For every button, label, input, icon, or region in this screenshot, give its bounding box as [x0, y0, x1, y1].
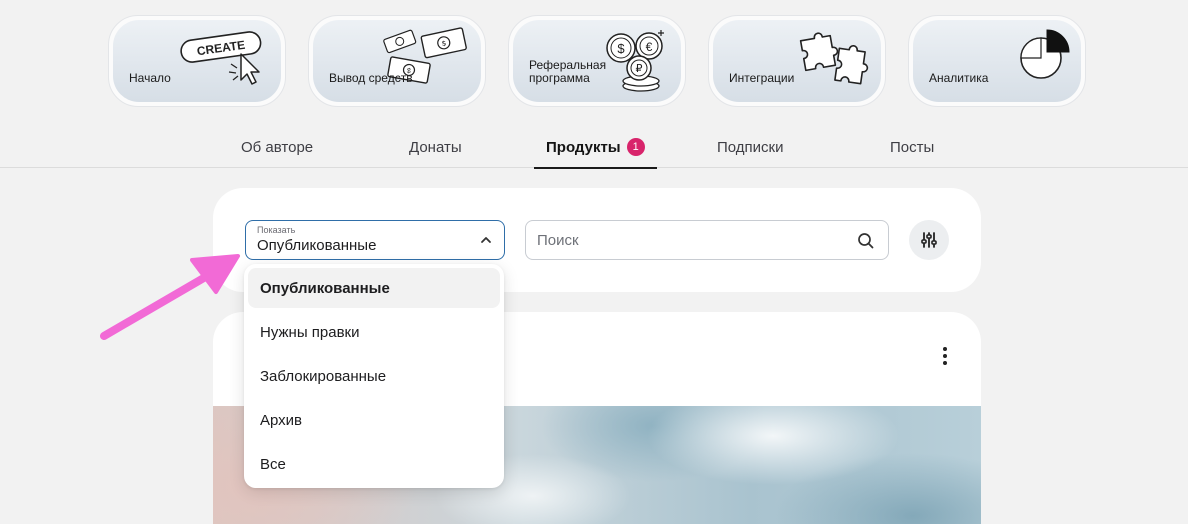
status-option-needs-edits[interactable]: Нужны правки	[248, 312, 500, 352]
tab-label: Подписки	[717, 138, 784, 156]
more-options-icon[interactable]	[941, 346, 949, 366]
search-field	[525, 220, 889, 260]
tab-posts[interactable]: Посты	[890, 128, 934, 168]
profile-tabs: Об авторе Донаты Продукты 1 Подписки Пос…	[0, 128, 1188, 169]
svg-text:$: $	[617, 41, 625, 56]
card-withdraw[interactable]: $ $ Вывод средств	[308, 15, 486, 107]
tab-label: Продукты	[546, 138, 621, 156]
card-label: Реферальная программа	[529, 58, 607, 85]
status-select-caption: Показать	[257, 225, 296, 235]
card-label: Аналитика	[929, 71, 989, 85]
page: CREATE Начало $ $ Вывод средств $ € ₽ Ре…	[0, 0, 1188, 524]
tab-subscriptions[interactable]: Подписки	[717, 128, 784, 168]
quick-actions: CREATE Начало $ $ Вывод средств $ € ₽ Ре…	[108, 15, 1086, 107]
tab-about[interactable]: Об авторе	[241, 128, 313, 168]
status-option-published[interactable]: Опубликованные	[248, 268, 500, 308]
coins-icon: $ € ₽	[606, 30, 664, 92]
sliders-icon	[921, 232, 937, 248]
search-icon[interactable]	[857, 232, 875, 250]
pie-chart-icon	[1020, 29, 1070, 79]
create-cursor-icon: CREATE	[180, 31, 262, 85]
puzzle-icon	[799, 32, 869, 85]
tab-label: Посты	[890, 138, 935, 156]
status-option-blocked[interactable]: Заблокированные	[248, 356, 500, 396]
card-start[interactable]: CREATE Начало	[108, 15, 286, 107]
status-dropdown-menu: Опубликованные Нужны правки Заблокирован…	[244, 264, 504, 488]
products-count-badge: 1	[626, 138, 645, 156]
svg-text:₽: ₽	[636, 63, 643, 75]
card-label: Вывод средств	[329, 71, 413, 85]
tab-donations[interactable]: Донаты	[409, 128, 462, 168]
card-analytics[interactable]: Аналитика	[908, 15, 1086, 107]
status-option-archive[interactable]: Архив	[248, 400, 500, 440]
annotation-arrow-icon	[100, 254, 240, 340]
chevron-up-icon	[481, 237, 491, 243]
card-integrations[interactable]: Интеграции	[708, 15, 886, 107]
status-select-value: Опубликованные	[257, 237, 377, 254]
filter-settings-button[interactable]	[909, 220, 949, 260]
tab-products[interactable]: Продукты 1	[534, 128, 657, 169]
card-label: Начало	[129, 71, 171, 85]
tab-label: Донаты	[409, 138, 462, 156]
status-select[interactable]: Показать Опубликованные	[245, 220, 505, 260]
status-option-all[interactable]: Все	[248, 444, 500, 484]
tab-label: Об авторе	[241, 138, 314, 156]
search-input[interactable]	[526, 221, 888, 259]
card-referral[interactable]: $ € ₽ Реферальная программа	[508, 15, 686, 107]
card-label: Интеграции	[729, 71, 795, 85]
svg-text:€: €	[646, 40, 653, 54]
